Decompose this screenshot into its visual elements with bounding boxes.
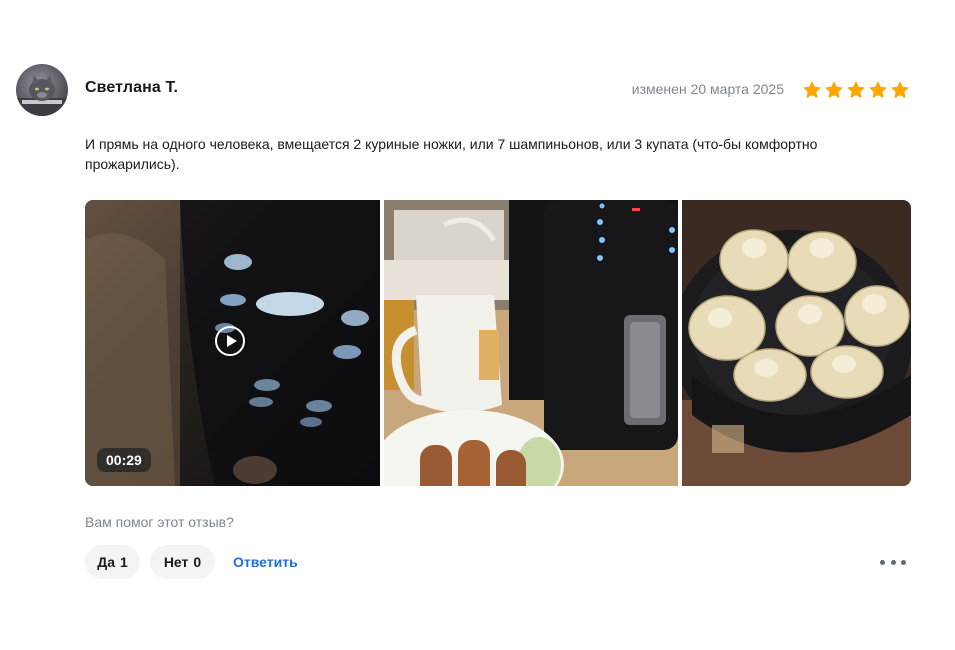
photo-airfryer-sausages — [384, 200, 678, 486]
photo-mushrooms-basket — [682, 200, 911, 486]
star-icon — [891, 81, 909, 98]
avatar-photo — [16, 75, 68, 116]
review-card: Светлана Т. изменен 20 марта 2025 И прям… — [0, 0, 955, 650]
star-icon — [869, 81, 887, 98]
helpful-yes-button[interactable]: Да 1 — [85, 545, 140, 579]
video-duration: 00:29 — [97, 448, 151, 472]
review-text: И прямь на одного человека, вмещается 2 … — [85, 136, 818, 172]
video-thumbnail[interactable]: 00:29 — [85, 200, 380, 486]
helpful-yes-label: Да — [97, 554, 115, 570]
helpful-no-label: Нет — [163, 554, 189, 570]
star-icon — [847, 81, 865, 98]
review-date: изменен 20 марта 2025 — [631, 81, 784, 97]
rating-stars — [802, 80, 910, 100]
dot — [880, 559, 885, 565]
review-photo[interactable] — [384, 200, 678, 486]
helpful-no-count: 0 — [193, 554, 202, 570]
review-photo[interactable] — [682, 200, 911, 486]
helpful-question: Вам помог этот отзыв? — [85, 514, 234, 530]
star-icon — [825, 81, 843, 98]
reply-link[interactable]: Ответить — [233, 554, 298, 570]
star-icon — [803, 81, 821, 98]
helpful-yes-count: 1 — [119, 554, 128, 570]
author-name[interactable]: Светлана Т. — [85, 79, 178, 97]
helpful-no-button[interactable]: Нет 0 — [150, 545, 215, 579]
play-icon[interactable] — [215, 326, 245, 356]
dot — [890, 559, 896, 565]
dot — [901, 559, 906, 565]
avatar[interactable] — [16, 64, 68, 116]
more-dots-icon[interactable] — [880, 553, 906, 571]
